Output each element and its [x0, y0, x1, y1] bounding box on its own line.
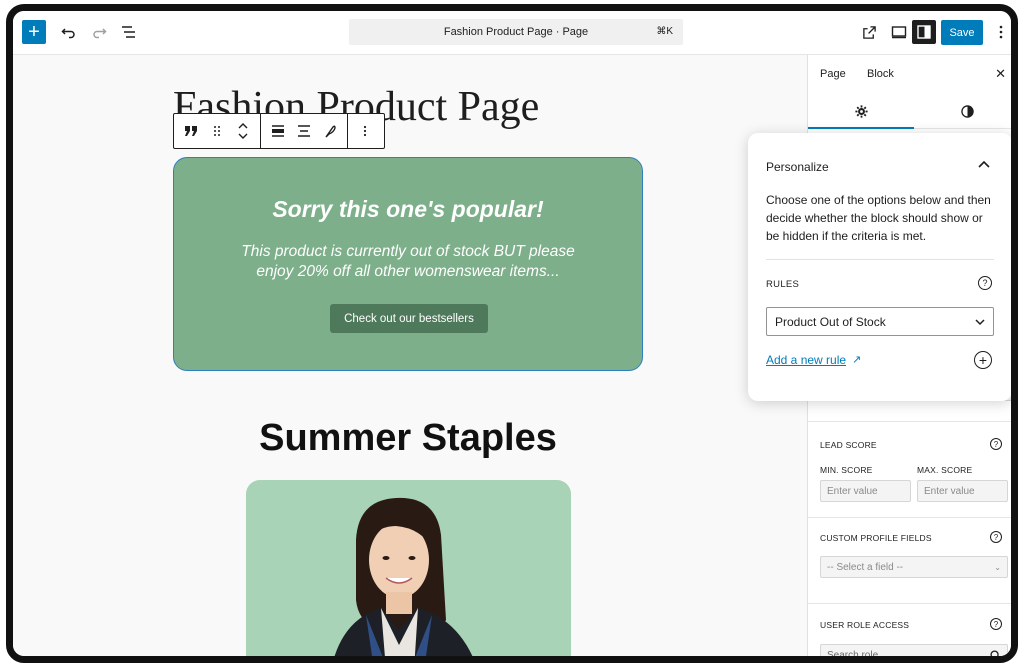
block-options-icon[interactable] [352, 114, 378, 148]
chevron-down-icon [975, 319, 985, 326]
redo-button[interactable] [87, 20, 111, 44]
active-subtab-indicator [808, 127, 914, 129]
personalize-description: Choose one of the options below and then… [766, 193, 991, 243]
personalize-title: Personalize [766, 160, 829, 174]
add-block-button[interactable]: + [22, 20, 46, 44]
user-role-section: USER ROLE ACCESS ? Search role [808, 603, 1011, 661]
bestsellers-button[interactable]: Check out our bestsellers [330, 304, 488, 333]
add-rule-link[interactable]: Add a new rule [766, 353, 846, 367]
undo-button[interactable] [57, 20, 81, 44]
quote-block-icon[interactable] [178, 114, 204, 148]
view-page-button[interactable] [857, 20, 881, 44]
plus-icon: + [28, 21, 40, 43]
max-score-input[interactable]: Enter value [917, 480, 1008, 502]
rules-label: RULES [766, 279, 800, 290]
command-shortcut: ⌘K [656, 26, 673, 37]
help-icon[interactable]: ? [990, 438, 1002, 450]
sidebar-icon [917, 25, 931, 39]
user-role-label: USER ROLE ACCESS [820, 620, 910, 630]
lead-score-label: LEAD SCORE [820, 440, 877, 450]
personalize-popover: Personalize Choose one of the options be… [748, 133, 1011, 401]
search-role-placeholder: Search role [827, 649, 879, 661]
more-vertical-icon [999, 25, 1003, 39]
app-frame: + Fashion Product Page · Page ⌘K Save Fa… [6, 4, 1018, 663]
chevron-down-icon: ⌄ [994, 562, 1001, 572]
close-icon[interactable]: ✕ [995, 66, 1006, 82]
help-icon[interactable]: ? [990, 531, 1002, 543]
lead-score-section: LEAD SCORE ? MIN. SCORE MAX. SCORE Enter… [808, 421, 1011, 515]
personalized-promo-block[interactable]: Sorry this one's popular! This product i… [173, 157, 643, 371]
promo-heading: Sorry this one's popular! [272, 196, 544, 222]
settings-gear-icon[interactable] [849, 99, 873, 123]
model-photo [334, 497, 473, 656]
save-button[interactable]: Save [941, 20, 983, 45]
product-image-card[interactable] [246, 480, 571, 656]
search-icon [990, 649, 999, 656]
custom-fields-label: CUSTOM PROFILE FIELDS [820, 533, 932, 543]
add-rule-plus-icon[interactable]: + [974, 351, 992, 369]
tab-block[interactable]: Block [867, 68, 894, 80]
min-score-label: MIN. SCORE [820, 465, 873, 475]
chevron-up-icon[interactable] [978, 155, 990, 171]
external-link-icon [862, 25, 876, 39]
desktop-icon [891, 26, 907, 39]
help-icon[interactable]: ? [990, 618, 1002, 630]
max-score-label: MAX. SCORE [917, 465, 973, 475]
styles-contrast-icon[interactable] [955, 99, 979, 123]
editor-canvas: Fashion Product Page Sorry this one's po… [13, 55, 807, 656]
rule-select[interactable]: Product Out of Stock [766, 307, 994, 336]
custom-fields-section: CUSTOM PROFILE FIELDS ? -- Select a fiel… [808, 517, 1011, 601]
block-toolbar-group-1 [174, 114, 261, 148]
custom-field-select-value: -- Select a field -- [827, 561, 904, 573]
redo-icon [93, 28, 107, 39]
block-toolbar-group-3 [348, 114, 382, 148]
sidebar-tabs: Page Block ✕ [808, 55, 1011, 93]
command-palette-bar[interactable]: Fashion Product Page · Page ⌘K [349, 19, 683, 45]
options-button[interactable] [989, 20, 1011, 44]
align-center-icon[interactable] [291, 114, 317, 148]
tab-page[interactable]: Page [820, 68, 846, 80]
section-title[interactable]: Summer Staples [173, 417, 643, 460]
block-subtabs [808, 93, 1011, 129]
align-wide-icon[interactable] [265, 114, 291, 148]
editor-top-bar: + Fashion Product Page · Page ⌘K Save [13, 11, 1011, 55]
help-icon[interactable]: ? [978, 276, 992, 290]
move-up-down-icon[interactable] [230, 114, 256, 148]
preview-button[interactable] [887, 20, 911, 44]
block-toolbar-group-2 [261, 114, 348, 148]
rule-select-value: Product Out of Stock [775, 314, 886, 329]
drag-handle-icon[interactable] [204, 114, 230, 148]
style-feather-icon[interactable] [317, 114, 343, 148]
search-role-input[interactable]: Search role [820, 644, 1008, 661]
external-arrow-icon: ↗ [852, 354, 862, 366]
settings-toggle-button[interactable] [912, 20, 936, 44]
block-toolbar [173, 113, 385, 149]
divider [766, 259, 994, 260]
promo-text: This product is currently out of stock B… [241, 243, 575, 280]
list-view-icon [122, 26, 135, 38]
undo-icon [61, 28, 75, 39]
document-overview-button[interactable] [117, 20, 141, 44]
min-score-input[interactable]: Enter value [820, 480, 911, 502]
custom-field-select[interactable]: -- Select a field -- ⌄ [820, 556, 1008, 578]
document-title: Fashion Product Page · Page [443, 26, 589, 38]
